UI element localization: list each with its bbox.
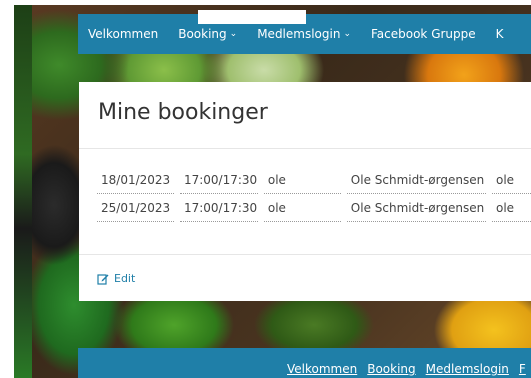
table-row: 25/01/2023 17:00/17:30 ole Ole Schmidt-ø… xyxy=(97,194,531,222)
nav-item-label: Booking xyxy=(178,27,227,41)
edit-icon xyxy=(97,273,109,285)
booking-time: 17:00/17:30 xyxy=(179,166,258,194)
booking-date: 25/01/2023 xyxy=(97,194,174,222)
nav-item-label: Medlemslogin xyxy=(257,27,341,41)
page-title: Mine bookinger xyxy=(98,100,268,125)
footer-link-velkommen[interactable]: Velkommen xyxy=(287,362,357,376)
edit-link[interactable]: Edit xyxy=(97,272,135,285)
footer-links: Velkommen Booking Medlemslogin F xyxy=(287,362,531,376)
nav-item-label: Facebook Gruppe xyxy=(371,27,476,41)
nav-item-facebook-gruppe[interactable]: Facebook Gruppe xyxy=(361,14,486,54)
bookings-card: Mine bookinger 18/01/2023 17:00/17:30 ol… xyxy=(79,82,531,301)
background-edge xyxy=(14,5,32,378)
divider xyxy=(79,254,531,255)
footer-link-truncated[interactable]: F xyxy=(519,362,526,376)
booking-time: 17:00/17:30 xyxy=(179,194,258,222)
booking-extra: ole xyxy=(491,166,531,194)
booking-user: ole xyxy=(263,194,341,222)
booking-extra: ole xyxy=(491,194,531,222)
nav-item-label: Velkommen xyxy=(88,27,159,41)
table-row: 18/01/2023 17:00/17:30 ole Ole Schmidt-ø… xyxy=(97,166,531,194)
booking-date: 18/01/2023 xyxy=(97,166,174,194)
booking-name: Ole Schmidt-ørgensen xyxy=(346,166,486,194)
edit-label: Edit xyxy=(114,272,136,285)
nav-item-label: K xyxy=(495,27,504,41)
bookings-table: 18/01/2023 17:00/17:30 ole Ole Schmidt-ø… xyxy=(97,166,531,222)
divider xyxy=(79,148,531,149)
booking-name: Ole Schmidt-ørgensen xyxy=(346,194,486,222)
footer-link-medlemslogin[interactable]: Medlemslogin xyxy=(426,362,509,376)
chevron-down-icon: ⌄ xyxy=(343,29,351,39)
redacted-logo-area xyxy=(198,10,306,24)
chevron-down-icon: ⌄ xyxy=(229,29,238,39)
nav-item-truncated[interactable]: K xyxy=(486,14,514,54)
nav-item-velkommen[interactable]: Velkommen xyxy=(78,14,168,54)
booking-user: ole xyxy=(263,166,341,194)
footer-link-booking[interactable]: Booking xyxy=(367,362,415,376)
